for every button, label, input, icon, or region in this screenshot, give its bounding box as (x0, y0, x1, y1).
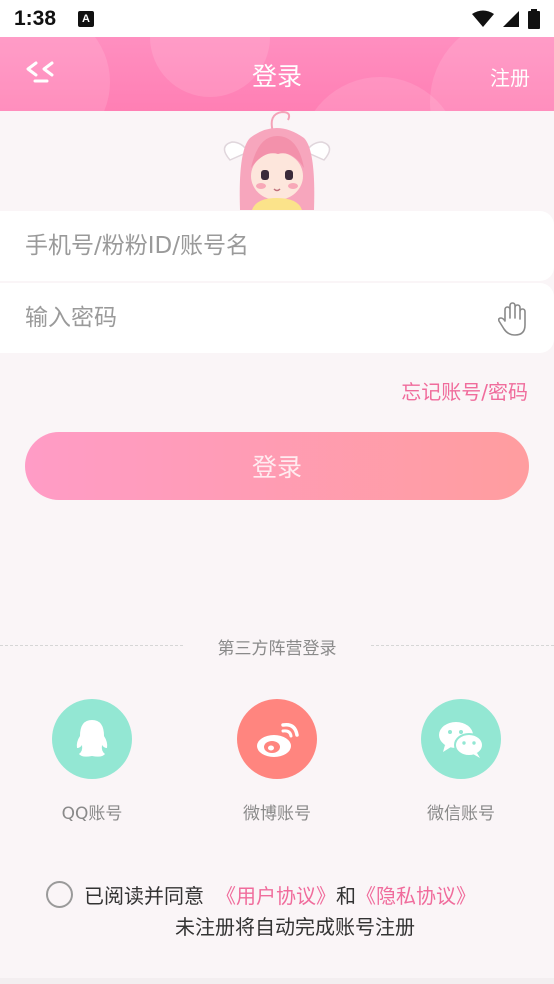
password-input[interactable] (25, 305, 465, 331)
agree-and: 和 (336, 884, 356, 908)
qq-label: QQ账号 (61, 804, 123, 824)
account-input[interactable] (25, 233, 465, 259)
wechat-icon (439, 722, 484, 758)
show-password-hand-icon[interactable] (496, 301, 530, 337)
weibo-label: 微博账号 (243, 804, 311, 824)
status-icons (472, 8, 540, 29)
weibo-login-button[interactable]: 微博账号 (217, 699, 337, 824)
user-agreement-link[interactable]: 《用户协议》 (216, 880, 336, 909)
status-time: 1:38 (14, 6, 57, 30)
agreement-row: 已阅读并同意 《用户协议》 和 《隐私协议》 (46, 880, 476, 909)
weibo-icon (257, 722, 299, 757)
signal-icon (503, 10, 519, 27)
login-button[interactable]: 登录 (25, 432, 529, 500)
register-link[interactable]: 注册 (490, 62, 530, 91)
mascot-illustration (223, 110, 331, 210)
agree-checkbox[interactable] (46, 881, 73, 908)
auto-register-note: 未注册将自动完成账号注册 (175, 915, 415, 939)
qq-login-button[interactable]: QQ账号 (32, 699, 152, 824)
wechat-label: 微信账号 (427, 804, 495, 824)
status-bar: 1:38 A (0, 0, 554, 37)
password-field[interactable] (0, 283, 554, 353)
battery-icon (528, 8, 540, 29)
qq-icon (76, 720, 108, 757)
account-field[interactable] (0, 211, 554, 281)
privacy-policy-link[interactable]: 《隐私协议》 (356, 880, 476, 909)
agree-prefix: 已阅读并同意 (84, 884, 204, 908)
weibo-icon-circle[interactable] (237, 699, 317, 779)
third-party-title: 第三方阵营登录 (217, 639, 337, 659)
wechat-login-button[interactable]: 微信账号 (401, 699, 521, 824)
wifi-icon (472, 10, 494, 27)
app-bar: 登录 注册 (0, 37, 554, 111)
navigation-bar (0, 978, 554, 984)
wechat-icon-circle[interactable] (421, 699, 501, 779)
notification-icon: A (78, 10, 95, 27)
qq-icon-circle[interactable] (52, 699, 132, 779)
page-title: 登录 (251, 62, 302, 91)
forgot-password-link[interactable]: 忘记账号/密码 (401, 376, 528, 405)
